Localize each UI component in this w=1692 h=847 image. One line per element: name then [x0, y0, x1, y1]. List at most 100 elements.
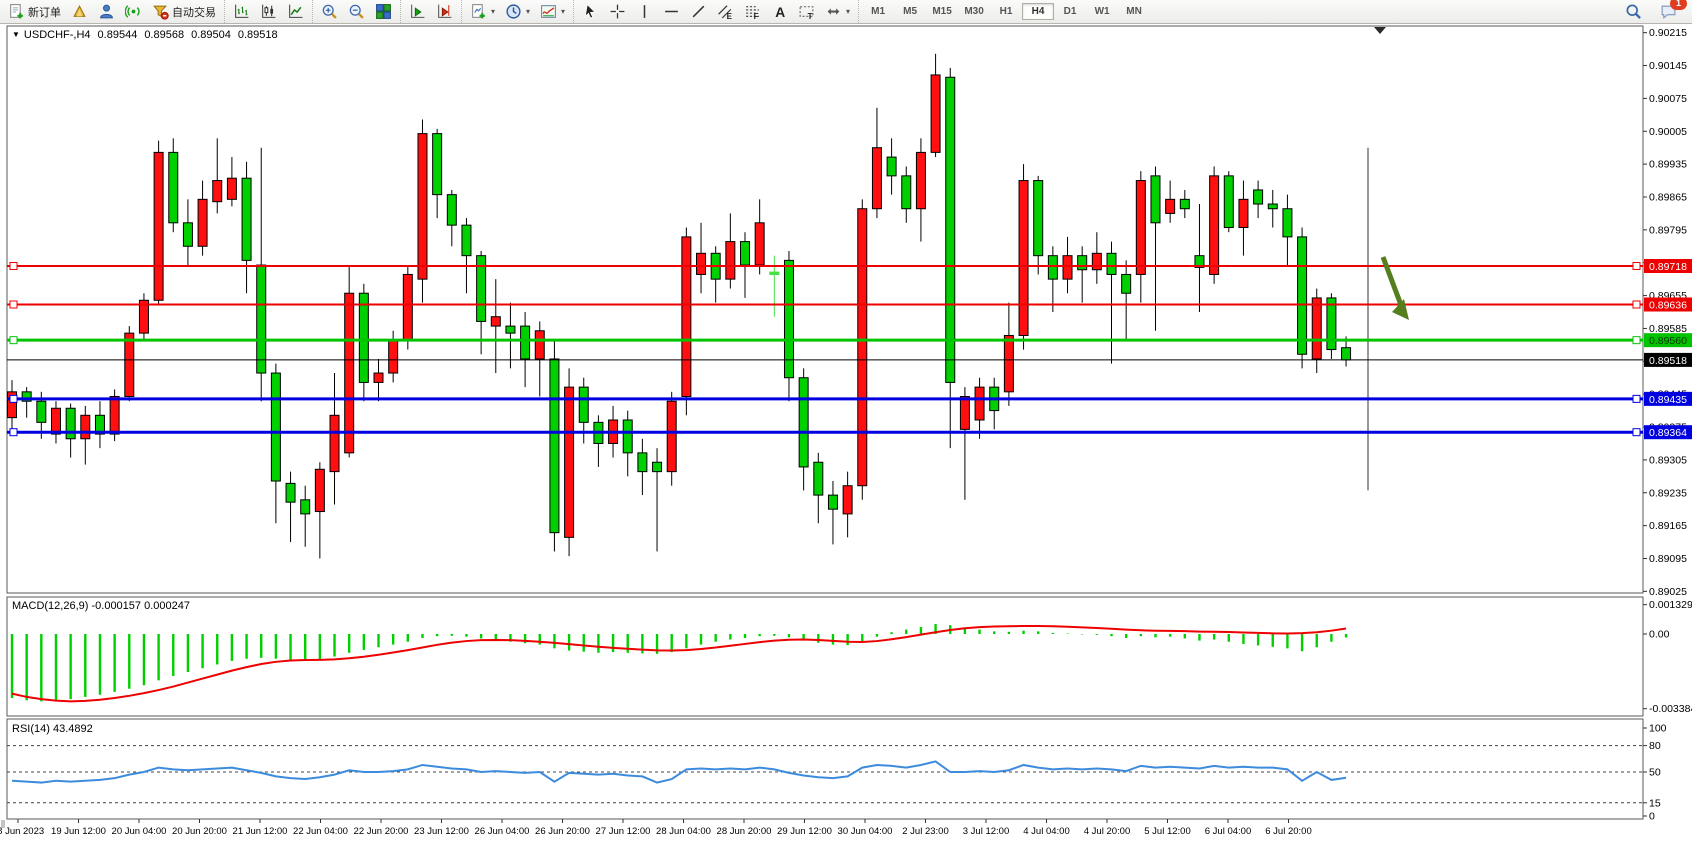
price-axis-tick: 0.89935: [1649, 159, 1687, 171]
candle-body: [975, 387, 984, 420]
candle-body: [257, 265, 266, 373]
toolbar-group: [312, 0, 400, 23]
timeframe-d1-button[interactable]: D1: [1054, 3, 1086, 20]
timeframe-h1-button[interactable]: H1: [990, 3, 1022, 20]
chart-window[interactable]: 0.902150.901450.900750.900050.899350.898…: [0, 24, 1692, 847]
chart-shift-button[interactable]: [431, 0, 458, 23]
chevron-down-icon[interactable]: ▾: [491, 7, 495, 16]
line-handle[interactable]: [10, 263, 17, 270]
tile-windows-button[interactable]: [370, 0, 397, 23]
time-axis-label: 4 Jul 20:00: [1084, 826, 1130, 837]
candle-body: [1342, 348, 1351, 360]
candle-body: [1063, 256, 1072, 279]
line-handle[interactable]: [10, 301, 17, 308]
notifications-button[interactable]: 1: [1655, 0, 1682, 23]
periods-button[interactable]: ▾: [500, 0, 535, 23]
person-icon: [98, 3, 115, 20]
line-handle[interactable]: [1633, 429, 1640, 436]
low-value: 0.89504: [191, 29, 231, 41]
community-button[interactable]: [93, 0, 120, 23]
time-axis-label: 21 Jun 12:00: [233, 826, 288, 837]
candle-body: [726, 242, 735, 280]
line-handle[interactable]: [1633, 337, 1640, 344]
line-handle[interactable]: [10, 395, 17, 402]
time-axis-label: 28 Jun 04:00: [656, 826, 711, 837]
timeframe-h4-button[interactable]: H4: [1022, 3, 1054, 20]
collapse-triangle-icon[interactable]: ▼: [12, 30, 20, 39]
chart-shift-icon: [436, 3, 453, 20]
new-chart-button[interactable]: ▾: [465, 0, 500, 23]
signals-button[interactable]: [120, 0, 147, 23]
line-handle[interactable]: [10, 337, 17, 344]
candle-body: [858, 209, 867, 486]
line-handle[interactable]: [10, 429, 17, 436]
price-axis-tick: 0.89165: [1649, 520, 1687, 532]
rsi-axis-tick: 15: [1649, 797, 1661, 809]
candle-body: [242, 178, 251, 260]
price-axis-tick: 0.89305: [1649, 454, 1687, 466]
bar-chart-button[interactable]: [228, 0, 255, 23]
time-axis-label: 19 Jun 12:00: [51, 826, 106, 837]
channel-icon: E: [717, 3, 734, 20]
arrows-button[interactable]: ▾: [820, 0, 855, 23]
fibonacci-button[interactable]: F: [739, 0, 766, 23]
cursor-button[interactable]: [577, 0, 604, 23]
candle-body: [1092, 253, 1101, 269]
timeframe-m30-button[interactable]: M30: [958, 3, 990, 20]
candle-body: [345, 293, 354, 453]
chevron-down-icon[interactable]: ▾: [526, 7, 530, 16]
rsi-indicator-label: RSI(14) 43.4892: [12, 723, 93, 735]
timeframe-m5-button[interactable]: M5: [894, 3, 926, 20]
rsi-axis-tick: 100: [1649, 723, 1667, 735]
time-axis-label: 20 Jun 04:00: [112, 826, 167, 837]
tile-windows-icon: [375, 3, 392, 20]
label-button[interactable]: T: [793, 0, 820, 23]
candle-body: [81, 415, 90, 438]
text-button[interactable]: A: [766, 0, 793, 23]
crosshair-button[interactable]: [604, 0, 631, 23]
candle-body: [491, 317, 500, 326]
channel-button[interactable]: E: [712, 0, 739, 23]
doc-plus-icon: [8, 3, 25, 20]
macd-panel[interactable]: [7, 597, 1643, 716]
candle-body: [638, 453, 647, 472]
auto-trading-button[interactable]: 自动交易: [147, 0, 221, 23]
timeframe-m1-button[interactable]: M1: [862, 3, 894, 20]
chevron-down-icon[interactable]: ▾: [846, 7, 850, 16]
clock-icon: [505, 3, 522, 20]
timeframe-mn-button[interactable]: MN: [1118, 3, 1150, 20]
candle-body: [535, 331, 544, 359]
toolbar-group: [224, 0, 312, 23]
templates-button[interactable]: ▾: [535, 0, 570, 23]
zoom-out-button[interactable]: [343, 0, 370, 23]
line-handle[interactable]: [1633, 395, 1640, 402]
chevron-down-icon[interactable]: ▾: [561, 7, 565, 16]
zoom-in-button[interactable]: [316, 0, 343, 23]
price-axis-tick: 0.90145: [1649, 60, 1687, 72]
candle-body: [1048, 256, 1057, 279]
timeframe-m15-button[interactable]: M15: [926, 3, 958, 20]
vertical-line-button[interactable]: [631, 0, 658, 23]
symbol-title: ▼USDCHF-,H40.895440.895680.895040.89518: [12, 29, 278, 41]
search-button[interactable]: [1620, 0, 1647, 23]
candle-body: [653, 462, 662, 471]
horizontal-line-button[interactable]: [658, 0, 685, 23]
macd-name: MACD(12,26,9): [12, 600, 88, 612]
rsi-panel[interactable]: [7, 719, 1643, 819]
trendline-button[interactable]: [685, 0, 712, 23]
new-order-button[interactable]: 新订单: [3, 0, 66, 23]
candlestick-button[interactable]: [255, 0, 282, 23]
macd-values: -0.000157 0.000247: [91, 600, 189, 612]
auto-scroll-button[interactable]: [404, 0, 431, 23]
toolbar-group: [400, 0, 461, 23]
line-handle[interactable]: [1633, 263, 1640, 270]
price-line-label: 0.89518: [1649, 355, 1687, 367]
line-chart-button[interactable]: [282, 0, 309, 23]
time-axis-label: 22 Jun 20:00: [354, 826, 409, 837]
line-handle[interactable]: [1633, 301, 1640, 308]
candle-body: [1268, 204, 1277, 209]
metaeditor-button[interactable]: [66, 0, 93, 23]
price-axis-tick: 0.90215: [1649, 27, 1687, 39]
timeframe-w1-button[interactable]: W1: [1086, 3, 1118, 20]
price-chart[interactable]: 0.902150.901450.900750.900050.899350.898…: [0, 24, 1692, 847]
